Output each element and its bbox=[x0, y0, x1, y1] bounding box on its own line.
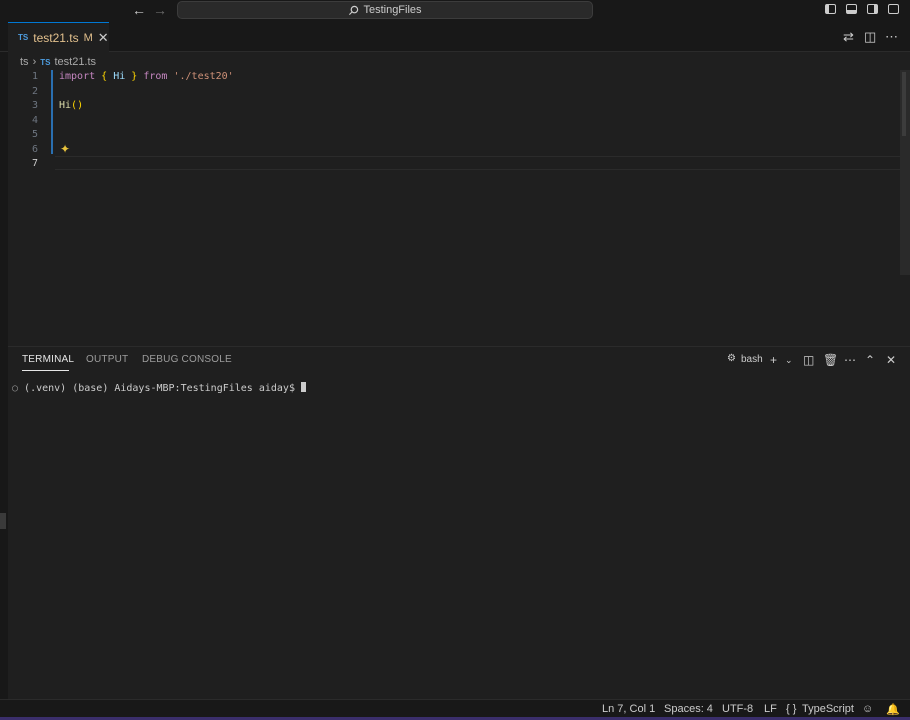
tab-test21-ts[interactable]: TS test21.ts M ✕ bbox=[8, 22, 109, 52]
terminal-shell-icon: ⚙ bbox=[727, 353, 736, 364]
activity-strip bbox=[0, 22, 8, 699]
more-actions-icon[interactable]: ⋯ bbox=[885, 29, 898, 45]
terminal-output[interactable]: ○ (.venv) (base) Aidays-MBP:TestingFiles… bbox=[12, 382, 306, 394]
code-line[interactable]: 2 bbox=[8, 85, 898, 99]
breadcrumb-file[interactable]: test21.ts bbox=[54, 56, 96, 68]
copilot-icon[interactable]: ☺ bbox=[862, 703, 873, 715]
code-line[interactable]: 6 bbox=[8, 143, 898, 157]
title-bar: ← → TestingFiles bbox=[0, 0, 910, 22]
trash-icon[interactable]: 🗑 bbox=[823, 353, 838, 367]
close-panel-icon[interactable]: ✕ bbox=[886, 353, 896, 367]
bell-icon[interactable]: 🔔 bbox=[886, 703, 900, 716]
line-number: 3 bbox=[31, 100, 38, 111]
line-number: 2 bbox=[31, 85, 38, 97]
code-line[interactable]: 4 bbox=[8, 114, 898, 128]
breadcrumb: ts › TS test21.ts bbox=[20, 55, 96, 69]
more-actions-icon[interactable]: ⋯ bbox=[844, 353, 856, 367]
close-icon[interactable]: ✕ bbox=[98, 30, 109, 46]
customize-layout-icon[interactable] bbox=[888, 4, 899, 14]
terminal-cursor bbox=[301, 382, 306, 392]
bottom-panel: TERMINAL OUTPUT DEBUG CONSOLE ⚙ bash + ⌄… bbox=[8, 346, 910, 699]
line-number: 7 bbox=[31, 158, 38, 169]
command-center-search[interactable]: TestingFiles bbox=[177, 1, 593, 19]
split-terminal-icon[interactable]: ◫ bbox=[803, 353, 814, 367]
tab-terminal[interactable]: TERMINAL bbox=[22, 354, 74, 365]
line-number: 4 bbox=[31, 114, 38, 126]
code-token: Hi bbox=[113, 71, 126, 82]
language-mode[interactable]: TypeScript bbox=[802, 703, 854, 715]
breadcrumb-folder[interactable]: ts bbox=[20, 56, 29, 68]
arrow-right-icon[interactable]: → bbox=[153, 2, 167, 18]
typescript-file-icon: TS bbox=[18, 33, 29, 42]
tab-label: test21.ts bbox=[33, 30, 79, 45]
toggle-primary-sidebar-icon[interactable] bbox=[825, 4, 836, 14]
tab-debug-console[interactable]: DEBUG CONSOLE bbox=[142, 354, 232, 365]
search-icon bbox=[349, 5, 359, 15]
split-editor-icon[interactable]: ◫ bbox=[864, 29, 876, 45]
code-text: import { Hi } from './test20' bbox=[59, 70, 234, 84]
copilot-sparkle-icon[interactable]: ✦ bbox=[60, 142, 70, 156]
code-token: from bbox=[143, 71, 168, 82]
scrollbar-thumb[interactable] bbox=[902, 72, 906, 136]
code-line[interactable]: 1 import { Hi } from './test20' bbox=[8, 70, 898, 84]
toggle-secondary-sidebar-icon[interactable] bbox=[867, 4, 878, 14]
sash-handle[interactable] bbox=[0, 513, 6, 529]
line-number: 5 bbox=[31, 129, 38, 140]
language-braces-icon: { } bbox=[786, 703, 797, 715]
toggle-panel-icon[interactable] bbox=[846, 4, 857, 14]
chevron-right-icon: › bbox=[32, 56, 37, 68]
cursor-position[interactable]: Ln 7, Col 1 bbox=[602, 703, 655, 715]
code-token: import bbox=[59, 71, 96, 82]
chevron-down-icon[interactable]: ⌄ bbox=[785, 355, 793, 366]
terminal-status-icon: ○ bbox=[12, 383, 25, 394]
encoding[interactable]: UTF-8 bbox=[722, 703, 753, 715]
modified-indicator: M bbox=[83, 31, 93, 44]
arrow-left-icon[interactable]: ← bbox=[132, 2, 146, 18]
code-token: './test20' bbox=[173, 71, 234, 82]
indentation[interactable]: Spaces: 4 bbox=[664, 703, 713, 715]
tab-output[interactable]: OUTPUT bbox=[86, 354, 128, 365]
code-text: Hi() bbox=[59, 99, 83, 113]
code-line[interactable]: 7 bbox=[8, 157, 898, 171]
active-tab-underline bbox=[22, 370, 69, 371]
command-center-label: TestingFiles bbox=[363, 4, 422, 16]
code-token: Hi bbox=[59, 100, 72, 111]
code-line[interactable]: 5 bbox=[8, 128, 898, 142]
code-token: () bbox=[71, 100, 84, 111]
line-number: 1 bbox=[31, 71, 38, 82]
terminal-name[interactable]: bash bbox=[741, 354, 763, 365]
new-terminal-icon[interactable]: + bbox=[770, 353, 777, 367]
maximize-panel-icon[interactable]: ⌃ bbox=[865, 353, 875, 367]
editor-tab-bar: TS test21.ts M ✕ ⇄ ◫ ⋯ bbox=[0, 22, 910, 52]
line-number: 6 bbox=[31, 143, 38, 155]
status-bar: Ln 7, Col 1 Spaces: 4 UTF-8 LF { } TypeS… bbox=[0, 699, 910, 717]
code-editor[interactable]: 1 import { Hi } from './test20' 2 3 Hi() 4 5 6 7… bbox=[8, 70, 910, 345]
end-of-line[interactable]: LF bbox=[764, 703, 777, 715]
typescript-file-icon: TS bbox=[40, 57, 51, 67]
code-line[interactable]: 3 Hi() bbox=[8, 99, 898, 113]
open-changes-icon[interactable]: ⇄ bbox=[843, 29, 854, 45]
terminal-prompt: (.venv) (base) Aidays-MBP:TestingFiles a… bbox=[24, 383, 301, 394]
